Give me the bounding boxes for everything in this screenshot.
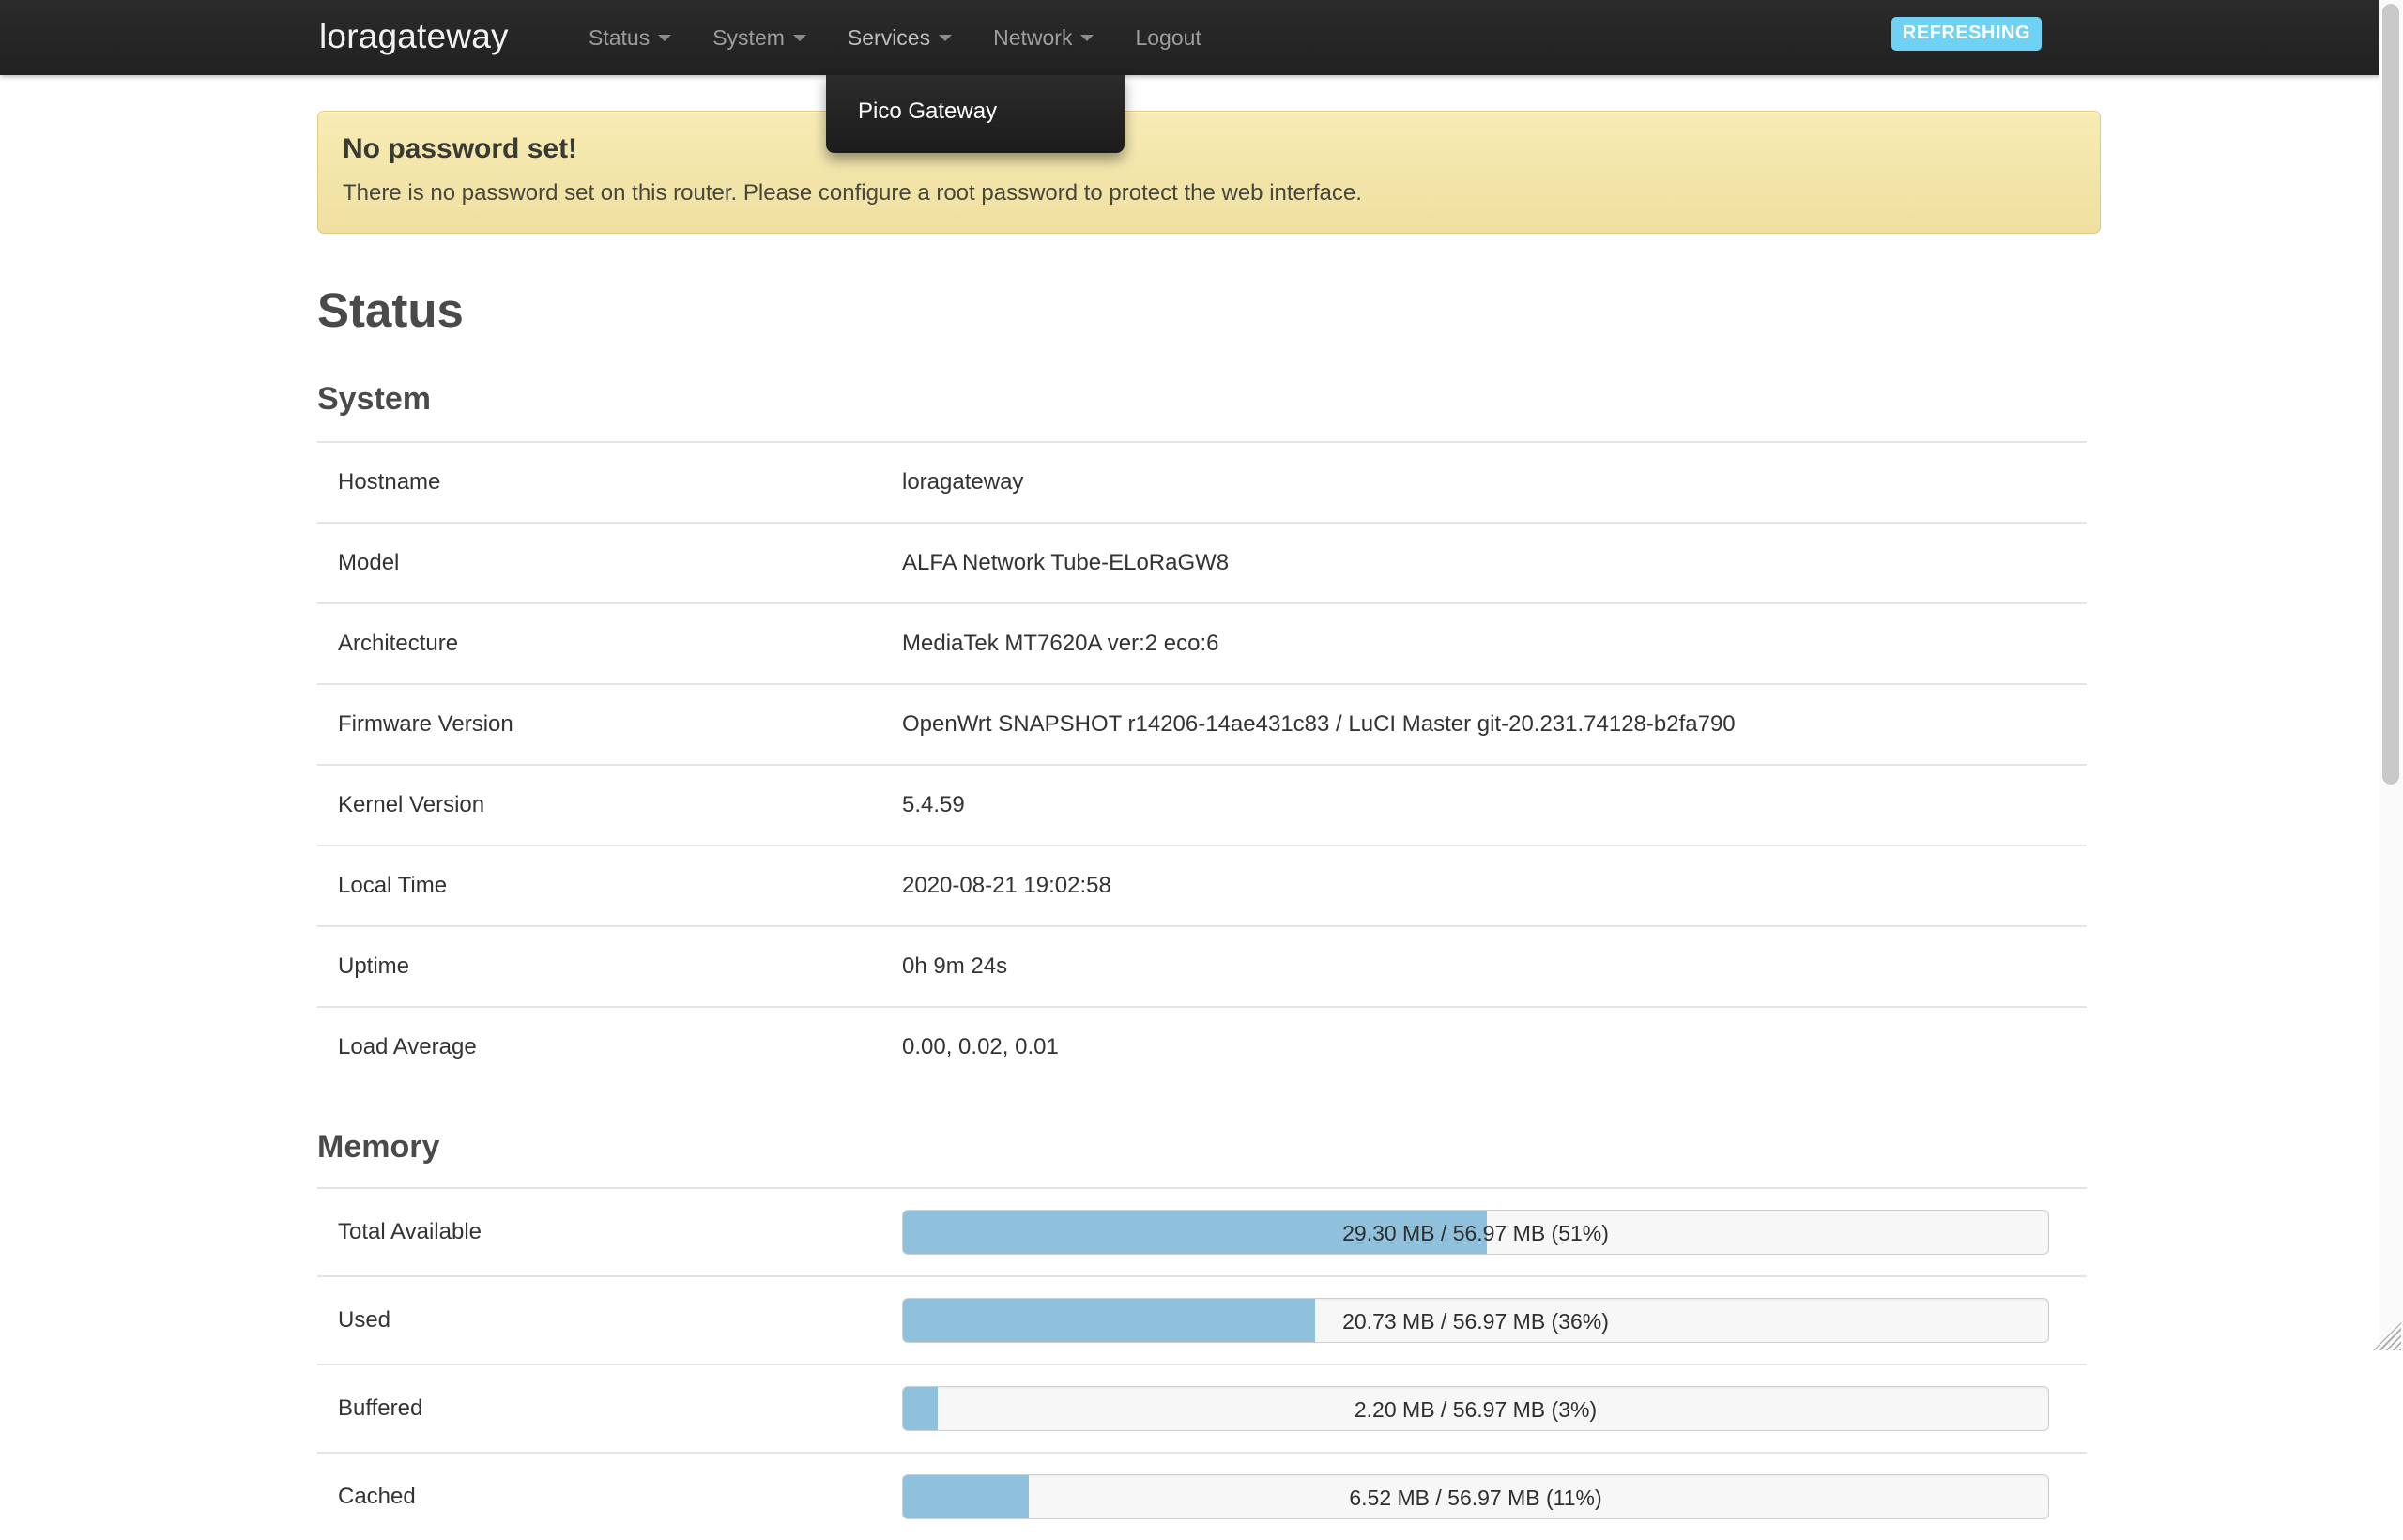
progress-bar-used: 20.73 MB / 56.97 MB (36%) [902, 1298, 2049, 1343]
row-value: loragateway [899, 442, 2087, 523]
row-value: 2020-08-21 19:02:58 [899, 846, 2087, 926]
navbar-menu: Status System Services Network Logout [568, 0, 1222, 75]
nav-item-label: Logout [1135, 25, 1201, 51]
progress-bar-total-available: 29.30 MB / 56.97 MB (51%) [902, 1210, 2049, 1255]
memory-table: Total Available 29.30 MB / 56.97 MB (51%… [317, 1187, 2087, 1540]
row-value: OpenWrt SNAPSHOT r14206-14ae431c83 / LuC… [899, 684, 2087, 765]
row-label: Buffered [317, 1365, 899, 1453]
nav-item-system[interactable]: System [692, 0, 827, 75]
table-row: Total Available 29.30 MB / 56.97 MB (51%… [317, 1188, 2087, 1276]
progress-label: 20.73 MB / 56.97 MB (36%) [903, 1299, 2048, 1343]
table-row: Uptime 0h 9m 24s [317, 926, 2087, 1007]
page-title: Status [317, 282, 2101, 339]
status-badge-refreshing[interactable]: REFRESHING [1891, 17, 2042, 51]
row-label: Local Time [317, 846, 899, 926]
navbar-inner: loragateway Status System Services Netwo… [0, 0, 2403, 75]
chevron-down-icon [793, 35, 806, 41]
no-password-alert: No password set! There is no password se… [317, 111, 2101, 234]
nav-item-label: Status [589, 25, 650, 51]
nav-item-network[interactable]: Network [972, 0, 1114, 75]
system-info-table: Hostname loragateway Model ALFA Network … [317, 441, 2087, 1087]
nav-item-label: System [712, 25, 785, 51]
services-dropdown-menu: Pico Gateway [826, 75, 1125, 153]
section-title-system: System [317, 379, 2101, 419]
table-row: Hostname loragateway [317, 442, 2087, 523]
table-row: Architecture MediaTek MT7620A ver:2 eco:… [317, 603, 2087, 684]
table-row: Buffered 2.20 MB / 56.97 MB (3%) [317, 1365, 2087, 1453]
vertical-scrollbar[interactable] [2379, 0, 2403, 1351]
table-row: Model ALFA Network Tube-ELoRaGW8 [317, 523, 2087, 603]
progress-label: 2.20 MB / 56.97 MB (3%) [903, 1387, 2048, 1431]
dropdown-item-pico-gateway[interactable]: Pico Gateway [826, 85, 1125, 138]
row-value: ALFA Network Tube-ELoRaGW8 [899, 523, 2087, 603]
chevron-down-icon [658, 35, 671, 41]
scrollbar-thumb[interactable] [2382, 4, 2399, 785]
row-label: Cached [317, 1453, 899, 1540]
row-value: 6.52 MB / 56.97 MB (11%) [899, 1453, 2087, 1540]
table-row: Local Time 2020-08-21 19:02:58 [317, 846, 2087, 926]
page-content: No password set! There is no password se… [0, 75, 2375, 1540]
nav-item-services[interactable]: Services [827, 0, 972, 75]
alert-message: There is no password set on this router.… [343, 178, 2075, 208]
row-value: 29.30 MB / 56.97 MB (51%) [899, 1188, 2087, 1276]
row-value: 2.20 MB / 56.97 MB (3%) [899, 1365, 2087, 1453]
progress-label: 29.30 MB / 56.97 MB (51%) [903, 1211, 2048, 1255]
nav-item-label: Services [848, 25, 930, 51]
row-value: 5.4.59 [899, 765, 2087, 846]
chevron-down-icon [1080, 35, 1094, 41]
row-label: Uptime [317, 926, 899, 1007]
table-row: Firmware Version OpenWrt SNAPSHOT r14206… [317, 684, 2087, 765]
brand-title[interactable]: loragateway [319, 8, 509, 65]
nav-item-logout[interactable]: Logout [1114, 0, 1221, 75]
progress-bar-cached: 6.52 MB / 56.97 MB (11%) [902, 1474, 2049, 1519]
table-row: Cached 6.52 MB / 56.97 MB (11%) [317, 1453, 2087, 1540]
progress-bar-buffered: 2.20 MB / 56.97 MB (3%) [902, 1386, 2049, 1431]
row-value: MediaTek MT7620A ver:2 eco:6 [899, 603, 2087, 684]
row-label: Model [317, 523, 899, 603]
row-label: Hostname [317, 442, 899, 523]
alert-title: No password set! [343, 132, 2075, 166]
progress-label: 6.52 MB / 56.97 MB (11%) [903, 1475, 2048, 1519]
chevron-down-icon [939, 35, 952, 41]
row-label: Architecture [317, 603, 899, 684]
row-label: Firmware Version [317, 684, 899, 765]
section-title-memory: Memory [317, 1127, 2101, 1166]
table-row: Load Average 0.00, 0.02, 0.01 [317, 1007, 2087, 1087]
content-container: No password set! There is no password se… [317, 111, 2101, 1540]
table-row: Kernel Version 5.4.59 [317, 765, 2087, 846]
top-navbar: loragateway Status System Services Netwo… [0, 0, 2403, 75]
row-label: Kernel Version [317, 765, 899, 846]
row-label: Load Average [317, 1007, 899, 1087]
row-value: 0h 9m 24s [899, 926, 2087, 1007]
row-label: Total Available [317, 1188, 899, 1276]
row-value: 0.00, 0.02, 0.01 [899, 1007, 2087, 1087]
nav-item-status[interactable]: Status [568, 0, 692, 75]
nav-item-label: Network [993, 25, 1072, 51]
